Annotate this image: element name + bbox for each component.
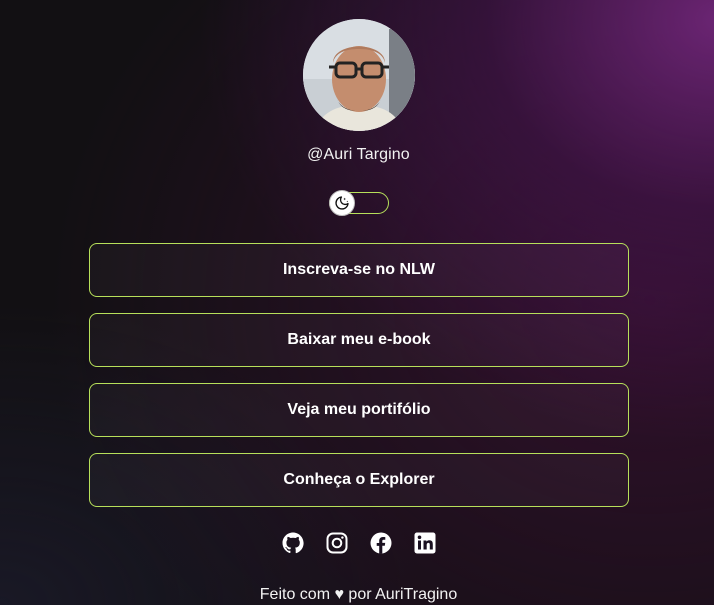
github-link[interactable] bbox=[281, 531, 305, 555]
footer-credit: Feito com ♥ por AuriTragino bbox=[259, 586, 458, 603]
social-links bbox=[0, 531, 714, 555]
avatar-photo bbox=[303, 19, 415, 131]
instagram-icon bbox=[326, 532, 347, 554]
list-item: Veja meu portifólio bbox=[89, 383, 629, 437]
list-item: Inscreva-se no NLW bbox=[89, 243, 629, 297]
list-item: Baixar meu e-book bbox=[89, 313, 629, 367]
list-item: Conheça o Explorer bbox=[89, 453, 629, 507]
instagram-link[interactable] bbox=[325, 531, 349, 555]
theme-toggle-knob[interactable] bbox=[329, 190, 355, 216]
avatar bbox=[303, 19, 415, 131]
facebook-icon bbox=[370, 532, 391, 554]
theme-toggle[interactable] bbox=[329, 190, 391, 216]
link-button-nlw[interactable]: Inscreva-se no NLW bbox=[89, 243, 629, 297]
profile-handle: @Auri Targino bbox=[307, 146, 410, 163]
link-button-explorer[interactable]: Conheça o Explorer bbox=[89, 453, 629, 507]
link-list: Inscreva-se no NLW Baixar meu e-book Vej… bbox=[89, 243, 629, 523]
facebook-link[interactable] bbox=[369, 531, 393, 555]
linkedin-icon bbox=[414, 532, 435, 554]
moon-icon bbox=[335, 196, 349, 210]
linkedin-link[interactable] bbox=[413, 531, 437, 555]
github-icon bbox=[282, 532, 304, 554]
link-button-portfolio[interactable]: Veja meu portifólio bbox=[89, 383, 629, 437]
link-button-ebook[interactable]: Baixar meu e-book bbox=[89, 313, 629, 367]
